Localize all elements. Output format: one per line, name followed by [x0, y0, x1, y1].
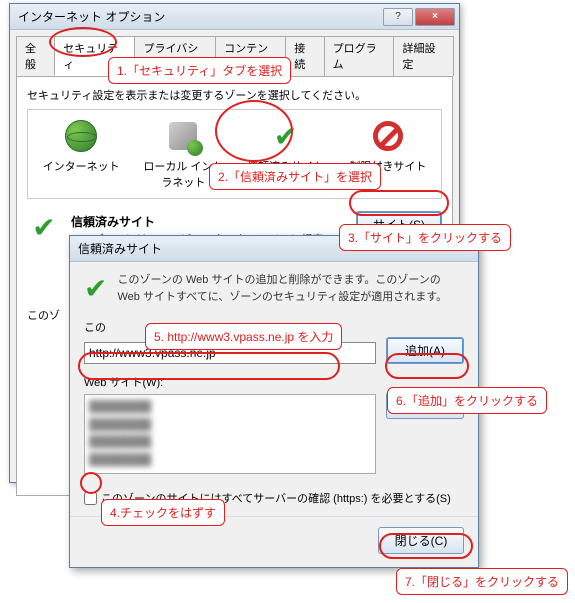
annotation-2: 2.「信頼済みサイト」を選択	[209, 163, 381, 190]
trusted-zone-title: 信頼済みサイト	[71, 211, 346, 232]
restricted-icon	[373, 121, 403, 151]
close-dialog-button[interactable]: 閉じる(C)	[378, 527, 464, 554]
annotation-5: 5. http://www3.vpass.ne.jp を入力	[145, 323, 342, 350]
zone-internet[interactable]: インターネット	[40, 118, 122, 190]
zone-select-prompt: セキュリティ設定を表示または変更するゾーンを選択してください。	[27, 87, 442, 103]
add-button[interactable]: 追加(A)	[386, 337, 464, 364]
close-button[interactable]: ×	[415, 8, 455, 26]
tab-general[interactable]: 全般	[16, 36, 55, 76]
window-title: インターネット オプション	[18, 8, 381, 25]
sites-listbox[interactable]: ████████████████████████████████	[84, 394, 376, 474]
check-icon: ✔	[84, 272, 107, 305]
tab-advanced[interactable]: 詳細設定	[393, 36, 454, 76]
zone-desc-partial: このゾ	[27, 307, 60, 323]
sub-desc: このゾーンの Web サイトの追加と削除ができます。このゾーンの Web サイト…	[117, 272, 464, 305]
annotation-6: 6.「追加」をクリックする	[387, 387, 547, 414]
annotation-3: 3.「サイト」をクリックする	[339, 224, 511, 251]
https-required-checkbox[interactable]	[84, 492, 97, 505]
tab-programs[interactable]: プログラム	[324, 36, 395, 76]
help-button[interactable]: ?	[383, 8, 413, 26]
annotation-7: 7.「閉じる」をクリックする	[396, 568, 568, 595]
check-icon: ✔	[32, 211, 55, 244]
titlebar: インターネット オプション ? ×	[10, 4, 459, 30]
tab-connections[interactable]: 接続	[285, 36, 324, 76]
annotation-4: 4.チェックをはずす	[101, 499, 225, 526]
intranet-icon	[169, 122, 197, 150]
globe-icon	[65, 120, 97, 152]
check-icon: ✔	[274, 120, 297, 153]
annotation-1: 1.「セキュリティ」タブを選択	[108, 57, 291, 84]
